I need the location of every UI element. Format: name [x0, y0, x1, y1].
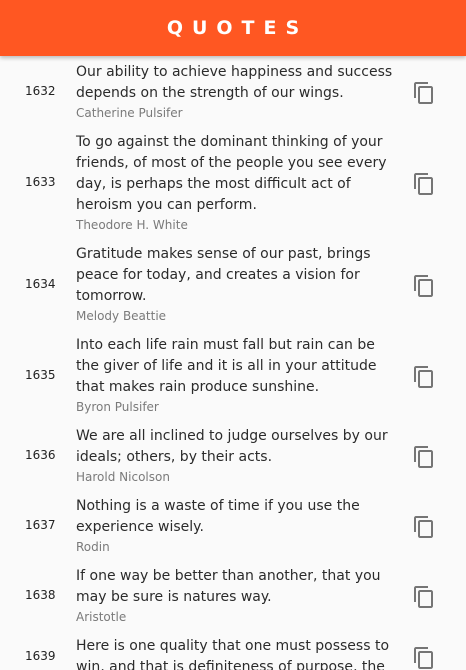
quote-number: 1636	[25, 448, 56, 462]
quote-content: If one way be better than another, that …	[76, 560, 394, 630]
copy-button[interactable]	[412, 585, 436, 609]
quote-text: We are all inclined to judge ourselves b…	[76, 428, 388, 465]
quote-number: 1638	[25, 588, 56, 602]
quote-author: Melody Beattie	[76, 309, 167, 323]
quote-text: Gratitude makes sense of our past, bring…	[76, 246, 371, 304]
quote-text: Our ability to achieve happiness and suc…	[76, 64, 393, 101]
quote-row: 1638 If one way be better than another, …	[0, 560, 466, 630]
copy-button[interactable]	[412, 515, 436, 539]
copy-icon	[414, 446, 433, 468]
copy-button[interactable]	[412, 646, 436, 670]
quote-author: Aristotle	[76, 610, 127, 624]
quote-author: Byron Pulsifer	[76, 400, 159, 414]
quote-text: Here is one quality that one must posses…	[76, 638, 390, 670]
copy-icon	[414, 274, 433, 297]
quote-row: 1632 Our ability to achieve happiness an…	[0, 56, 466, 126]
quote-row: 1637 Nothing is a waste of time if you u…	[0, 490, 466, 560]
quote-list[interactable]: 1632 Our ability to achieve happiness an…	[0, 56, 466, 670]
quote-content: Our ability to achieve happiness and suc…	[76, 56, 394, 126]
copy-button[interactable]	[412, 365, 436, 389]
app-title: QUOTES	[166, 17, 309, 39]
copy-button[interactable]	[412, 274, 436, 298]
copy-icon	[414, 82, 433, 104]
quote-number: 1637	[25, 518, 56, 532]
quote-number: 1635	[25, 367, 56, 382]
quote-row: 1636 We are all inclined to judge oursel…	[0, 420, 466, 490]
quote-content: Nothing is a waste of time if you use th…	[76, 490, 394, 560]
quote-number: 1632	[25, 84, 56, 98]
quote-text: Nothing is a waste of time if you use th…	[76, 498, 360, 535]
quote-author: Rodin	[76, 540, 110, 554]
copy-icon	[414, 586, 433, 608]
app-bar: QUOTES	[0, 0, 466, 56]
quote-row: 1633 To go against the dominant thinking…	[0, 126, 466, 238]
quote-content: Here is one quality that one must posses…	[76, 630, 394, 670]
quote-row: 1639 Here is one quality that one must p…	[0, 630, 466, 670]
quote-author: Theodore H. White	[76, 218, 188, 232]
quote-text: If one way be better than another, that …	[76, 568, 381, 605]
copy-icon	[414, 516, 433, 538]
copy-icon	[414, 173, 433, 195]
quote-text: To go against the dominant thinking of y…	[76, 134, 387, 213]
quote-content: We are all inclined to judge ourselves b…	[76, 420, 394, 490]
quote-content: Gratitude makes sense of our past, bring…	[76, 238, 394, 329]
quote-author: Catherine Pulsifer	[76, 106, 183, 120]
quote-number: 1634	[25, 276, 56, 291]
copy-button[interactable]	[412, 172, 436, 196]
quote-content: Into each life rain must fall but rain c…	[76, 329, 394, 420]
quote-number: 1633	[25, 175, 56, 189]
copy-icon	[414, 365, 433, 388]
quote-text: Into each life rain must fall but rain c…	[76, 337, 377, 395]
copy-button[interactable]	[412, 81, 436, 105]
copy-icon	[414, 647, 433, 669]
quote-author: Harold Nicolson	[76, 470, 170, 484]
copy-button[interactable]	[412, 445, 436, 469]
quote-row: 1634 Gratitude makes sense of our past, …	[0, 238, 466, 329]
quote-number: 1639	[25, 649, 56, 663]
quote-row: 1635 Into each life rain must fall but r…	[0, 329, 466, 420]
quote-content: To go against the dominant thinking of y…	[76, 126, 394, 238]
